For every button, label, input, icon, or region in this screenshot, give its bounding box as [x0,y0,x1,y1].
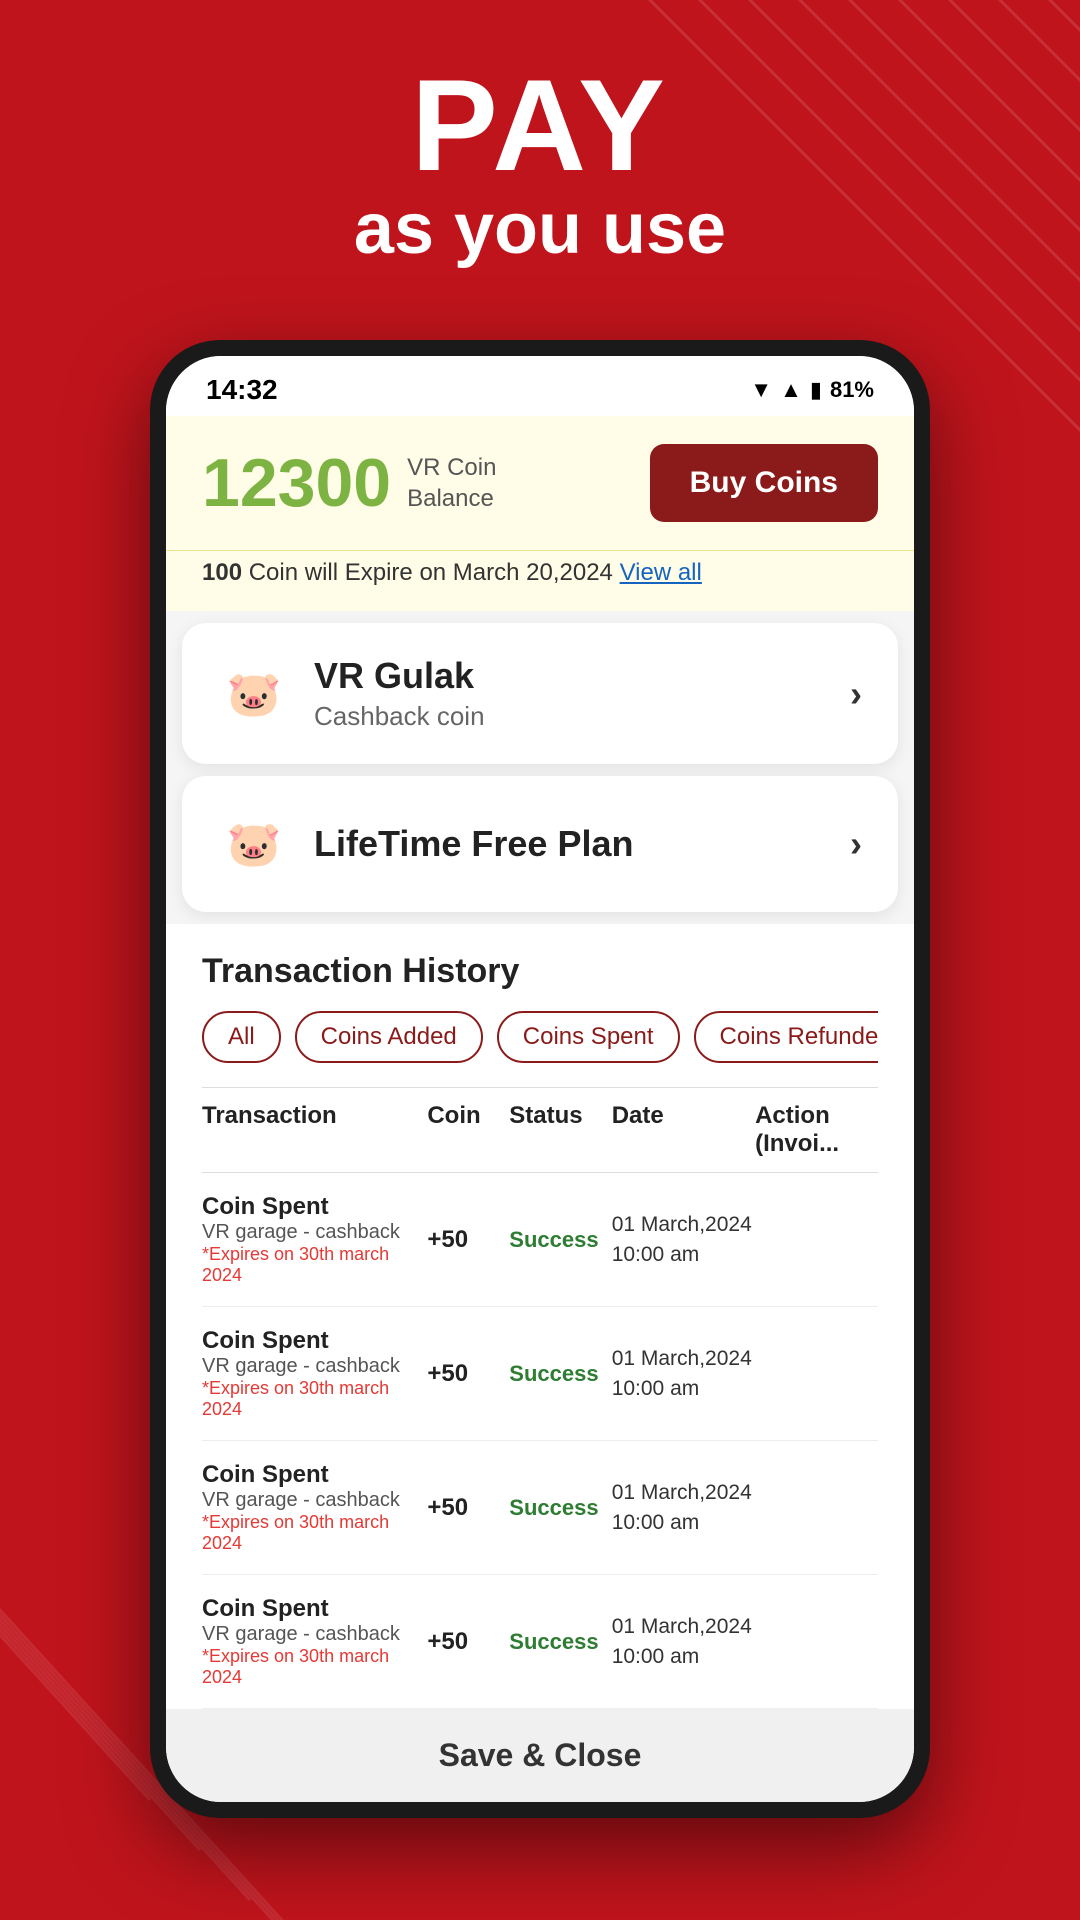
save-close-bar[interactable]: Save & Close [166,1709,914,1802]
header-subtitle: as you use [0,190,1080,269]
vr-gulak-card[interactable]: 🐷 VR Gulak Cashback coin › [182,623,898,764]
row-date-0: 01 March,202410:00 am [612,1210,755,1269]
col-transaction: Transaction [202,1102,427,1158]
status-bar: 14:32 ▼ ▲ ▮ 81% [166,356,914,416]
row-status-1: Success [509,1361,611,1387]
header-section: PAY as you use [0,60,1080,269]
phone-mockup: 14:32 ▼ ▲ ▮ 81% 12300 VR Coin Balance Bu… [150,340,930,1818]
row-transaction-0: Coin Spent VR garage - cashback *Expires… [202,1193,427,1286]
row-transaction-1: Coin Spent VR garage - cashback *Expires… [202,1327,427,1420]
table-row: Coin Spent VR garage - cashback *Expires… [202,1441,878,1575]
row-date-3: 01 March,202410:00 am [612,1612,755,1671]
table-rows-container: Coin Spent VR garage - cashback *Expires… [202,1173,878,1709]
expire-amount: 100 [202,559,242,586]
col-date: Date [612,1102,755,1158]
row-status-2: Success [509,1495,611,1521]
status-time: 14:32 [206,374,278,406]
table-row: Coin Spent VR garage - cashback *Expires… [202,1307,878,1441]
coin-label: VR Coin Balance [407,452,496,514]
col-coin: Coin [427,1102,509,1158]
vr-gulak-card-left: 🐷 VR Gulak Cashback coin [218,655,485,732]
lifetime-plan-title-wrapper: LifeTime Free Plan [314,823,633,865]
lifetime-plan-card[interactable]: 🐷 LifeTime Free Plan › [182,776,898,912]
coin-amount: 12300 [202,449,391,517]
col-action: Action (Invoi... [755,1102,878,1158]
vr-gulak-subtitle: Cashback coin [314,701,485,732]
buy-coins-button[interactable]: Buy Coins [650,444,878,522]
filter-tab-all[interactable]: All [202,1011,281,1063]
coin-balance-left: 12300 VR Coin Balance [202,449,496,517]
battery-percent: 81% [830,377,874,403]
lifetime-bold: Free [471,823,547,864]
row-transaction-2: Coin Spent VR garage - cashback *Expires… [202,1461,427,1554]
expire-notice: 100 Coin will Expire on March 20,2024 Vi… [166,550,914,611]
row-status-0: Success [509,1227,611,1253]
filter-tab-coins-spent[interactable]: Coins Spent [497,1011,680,1063]
view-all-link[interactable]: View all [620,559,702,586]
lifetime-suffix: Plan [547,823,633,864]
filter-tab-coins-added[interactable]: Coins Added [295,1011,483,1063]
lifetime-prefix: LifeTime [314,823,471,864]
table-header: Transaction Coin Status Date Action (Inv… [202,1087,878,1173]
row-coin-2: +50 [427,1494,509,1522]
vr-gulak-info: VR Gulak Cashback coin [314,655,485,732]
table-row: Coin Spent VR garage - cashback *Expires… [202,1575,878,1709]
coin-balance-section: 12300 VR Coin Balance Buy Coins [166,416,914,550]
row-date-2: 01 March,202410:00 am [612,1478,755,1537]
signal-icon: ▲ [780,377,802,403]
table-row: Coin Spent VR garage - cashback *Expires… [202,1173,878,1307]
vr-gulak-title: VR Gulak [314,655,485,697]
wifi-icon: ▼ [750,377,772,403]
lifetime-plan-card-left: 🐷 LifeTime Free Plan [218,808,633,880]
filter-tab-coins-refunded[interactable]: Coins Refunde... [694,1011,878,1063]
pay-title: PAY [0,60,1080,190]
vr-gulak-arrow: › [850,673,862,715]
expire-text: Coin will Expire on March 20,2024 [249,559,620,586]
transaction-title: Transaction History [202,952,878,991]
phone-screen: 14:32 ▼ ▲ ▮ 81% 12300 VR Coin Balance Bu… [166,356,914,1802]
gulak-icon: 🐷 [218,658,290,730]
transaction-history-section: Transaction History All Coins Added Coin… [166,924,914,1709]
filter-tabs: All Coins Added Coins Spent Coins Refund… [202,1011,878,1063]
row-coin-0: +50 [427,1226,509,1254]
row-status-3: Success [509,1629,611,1655]
lifetime-plan-title: LifeTime Free Plan [314,823,633,865]
row-transaction-3: Coin Spent VR garage - cashback *Expires… [202,1595,427,1688]
col-status: Status [509,1102,611,1158]
lifetime-plan-arrow: › [850,823,862,865]
row-coin-1: +50 [427,1360,509,1388]
status-icons: ▼ ▲ ▮ 81% [750,377,874,403]
battery-icon: ▮ [810,377,822,403]
row-coin-3: +50 [427,1628,509,1656]
lifetime-icon: 🐷 [218,808,290,880]
row-date-1: 01 March,202410:00 am [612,1344,755,1403]
